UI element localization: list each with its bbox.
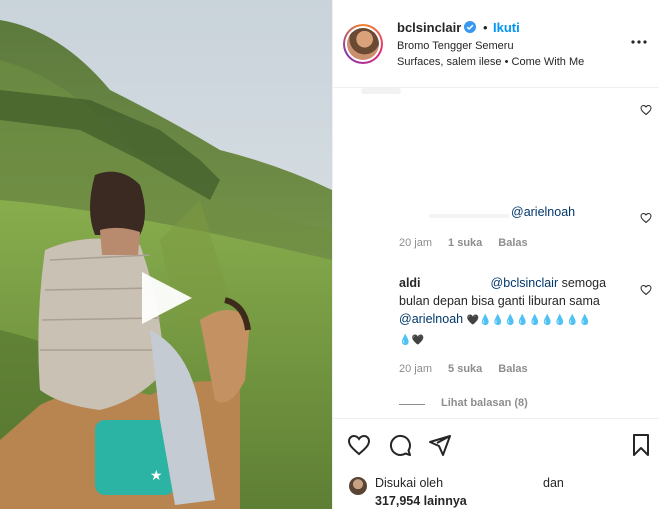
comment-text: semoga [561,276,607,290]
liked-by-label: Disukai oleh [375,476,444,490]
post-username[interactable]: bclsinclair [397,20,461,35]
follow-button[interactable]: Ikuti [493,20,520,35]
verified-badge-icon [464,21,476,33]
like-heart-icon[interactable] [347,433,371,457]
post-header: bclsinclair • Ikuti Bromo Tengger Semeru… [333,0,659,88]
reply-button[interactable]: Balas [498,237,527,249]
comment-likes[interactable]: 1 suka [448,237,482,249]
reply-button[interactable]: Balas [498,363,527,375]
comment-body: aldi @bclsinclair semoga bulan depan bisa… [399,274,631,350]
comment-meta: 20 jam 1 suka Balas [399,237,544,249]
comment-like-heart-icon[interactable] [640,284,652,296]
post-side-panel: bclsinclair • Ikuti Bromo Tengger Semeru… [332,0,659,509]
svg-text:★: ★ [150,468,163,484]
comment-likes[interactable]: 5 suka [448,363,482,375]
comments-section: @arielnoah 20 jam 1 suka Balas aldi @bclsin… [333,88,659,418]
comment-mention-line: @arielnoah [511,203,575,221]
profile-avatar[interactable] [343,24,383,64]
faded-comment-fragment [361,88,401,94]
comment-icon[interactable] [388,433,412,457]
avatar-image [347,28,379,60]
mention-link[interactable]: @bclsinclair [491,276,559,290]
comment-time: 20 jam [399,363,433,375]
avatar-frame [345,26,381,62]
likes-count[interactable]: 317,954 lainnya [375,494,467,508]
post-location[interactable]: Bromo Tengger Semeru [397,40,514,52]
faded-comment-line [429,214,509,218]
post-audio[interactable]: Surfaces, salem ilese • Come With Me [397,56,584,68]
play-button[interactable] [134,266,198,330]
separator-dot: • [483,20,488,35]
mention-link[interactable]: @arielnoah [511,205,575,219]
comment-text: bulan depan bisa ganti liburan sama [399,294,600,308]
comment-username[interactable]: aldi [399,276,421,290]
comment-time: 20 jam [399,237,433,249]
comment-meta: 20 jam 5 suka Balas [399,363,544,375]
mention-link[interactable]: @arielnoah [399,312,463,326]
share-icon[interactable] [428,433,452,457]
liked-by-and: dan [543,476,564,490]
view-replies-button[interactable]: Lihat balasan (8) [441,397,528,409]
view-replies-line [399,404,425,405]
post-actions-bar: Disukai oleh dan 317,954 lainnya [333,418,659,509]
liked-by-avatar[interactable] [349,477,367,495]
comment-emojis: 💧🖤 [399,335,424,346]
comment-like-heart-icon[interactable] [640,212,652,224]
comment-emojis: 🖤💧💧💧💧💧💧💧💧💧 [466,315,592,326]
play-icon [142,272,192,324]
more-options-icon[interactable] [630,36,648,48]
save-bookmark-icon[interactable] [629,433,653,457]
post-video[interactable]: ★ [0,0,332,509]
video-frame: ★ [0,0,332,509]
comment-like-heart-icon[interactable] [640,104,652,116]
